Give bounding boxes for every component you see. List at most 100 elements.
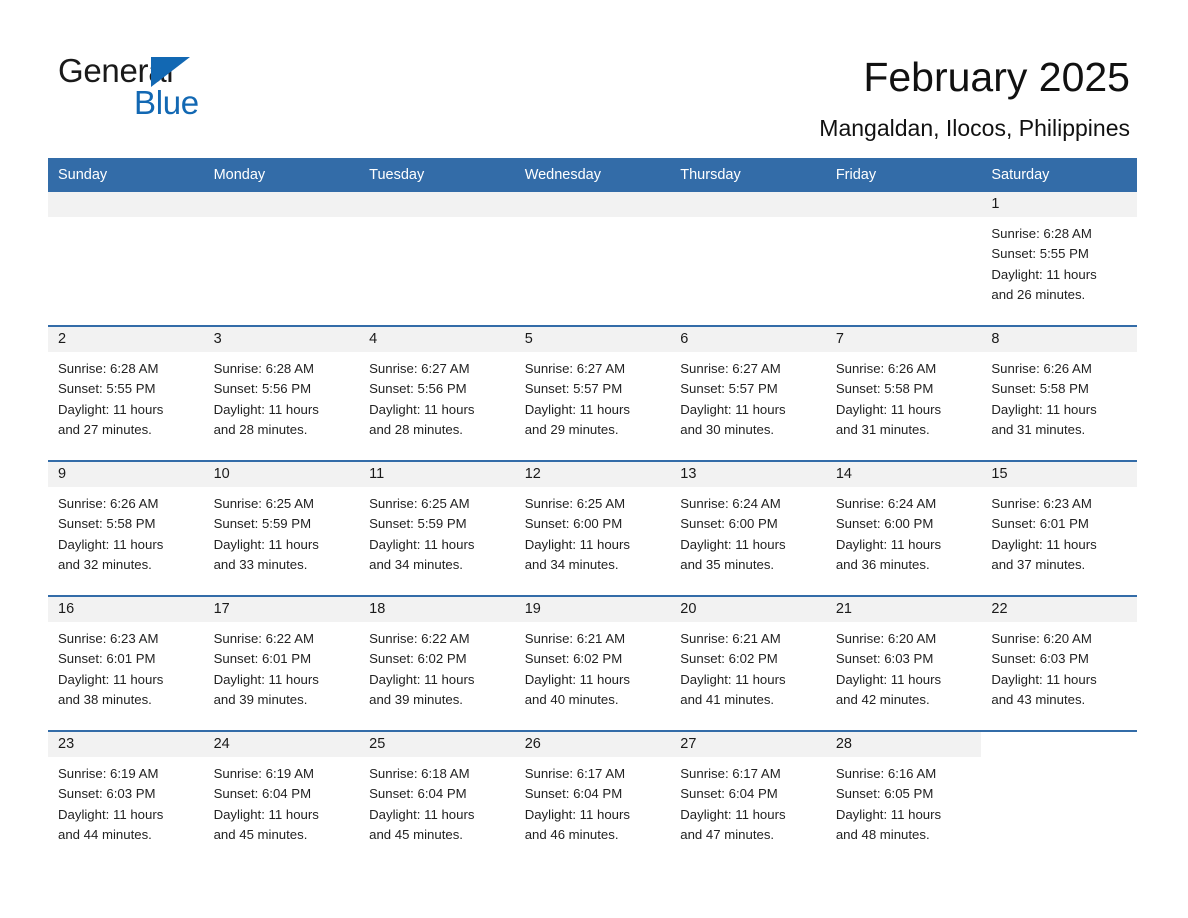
day-number: 7 [825, 327, 982, 352]
calendar-day-cell[interactable]: 23 Sunrise: 6:19 AM Sunset: 6:03 PM Dayl… [48, 730, 204, 865]
daylight-text-line1: Daylight: 11 hours [58, 671, 164, 687]
day-details: Sunrise: 6:24 AM Sunset: 6:00 PM Dayligh… [670, 487, 826, 575]
sunrise-text: Sunrise: 6:17 AM [680, 766, 781, 781]
day-details: Sunrise: 6:20 AM Sunset: 6:03 PM Dayligh… [826, 622, 982, 710]
sunrise-text: Sunrise: 6:26 AM [835, 361, 937, 376]
calendar-day-cell[interactable]: 8 Sunrise: 6:26 AM Sunset: 5:58 PM Dayli… [981, 325, 1137, 461]
daylight-text-line1: Daylight: 11 hours [213, 806, 319, 822]
day-details [826, 217, 982, 224]
calendar-day-cell[interactable]: 5 Sunrise: 6:27 AM Sunset: 5:57 PM Dayli… [514, 325, 671, 461]
sunset-text: Sunset: 6:02 PM [524, 651, 623, 667]
calendar-day-cell[interactable]: 22 Sunrise: 6:20 AM Sunset: 6:03 PM Dayl… [981, 595, 1137, 731]
sunset-text: Sunset: 6:05 PM [835, 786, 934, 802]
calendar-day-cell[interactable]: 3 Sunrise: 6:28 AM Sunset: 5:56 PM Dayli… [203, 325, 360, 461]
calendar-day-cell[interactable]: 6 Sunrise: 6:27 AM Sunset: 5:57 PM Dayli… [670, 325, 826, 461]
day-number: 22 [981, 597, 1137, 622]
sunrise-text: Sunrise: 6:27 AM [369, 361, 470, 376]
calendar-day-cell[interactable]: 14 Sunrise: 6:24 AM Sunset: 6:00 PM Dayl… [825, 460, 982, 596]
day-number [514, 192, 671, 217]
calendar-day-cell[interactable]: 24 Sunrise: 6:19 AM Sunset: 6:04 PM Dayl… [203, 730, 360, 865]
daylight-text-line2: and 32 minutes. [58, 556, 152, 572]
weekday-header-saturday: Saturday [981, 158, 1137, 192]
calendar-day-cell[interactable]: 28 Sunrise: 6:16 AM Sunset: 6:05 PM Dayl… [825, 730, 982, 865]
calendar-day-cell[interactable] [203, 192, 360, 326]
calendar-day-cell[interactable]: 11 Sunrise: 6:25 AM Sunset: 5:59 PM Dayl… [359, 460, 515, 596]
calendar-day-cell[interactable]: 7 Sunrise: 6:26 AM Sunset: 5:58 PM Dayli… [825, 325, 982, 461]
daylight-text-line1: Daylight: 11 hours [369, 536, 475, 552]
day-number: 25 [359, 732, 515, 757]
daylight-text-line2: and 26 minutes. [991, 286, 1086, 302]
calendar-day-cell[interactable] [825, 192, 982, 326]
daylight-text-line1: Daylight: 11 hours [58, 536, 164, 552]
day-number: 11 [359, 462, 515, 487]
daylight-text-line1: Daylight: 11 hours [835, 806, 942, 822]
sunrise-text: Sunrise: 6:21 AM [680, 631, 781, 646]
daylight-text-line1: Daylight: 11 hours [213, 536, 319, 552]
calendar-day-cell[interactable]: 4 Sunrise: 6:27 AM Sunset: 5:56 PM Dayli… [359, 325, 515, 461]
daylight-text-line2: and 33 minutes. [213, 556, 308, 572]
sunrise-text: Sunrise: 6:20 AM [835, 631, 937, 646]
day-number: 20 [670, 597, 826, 622]
day-details: Sunrise: 6:22 AM Sunset: 6:02 PM Dayligh… [359, 622, 515, 710]
day-details: Sunrise: 6:17 AM Sunset: 6:04 PM Dayligh… [515, 757, 671, 845]
calendar-day-cell[interactable]: 10 Sunrise: 6:25 AM Sunset: 5:59 PM Dayl… [203, 460, 360, 596]
calendar-week-row: 1 Sunrise: 6:28 AM Sunset: 5:55 PM Dayli… [48, 192, 1137, 326]
sunrise-text: Sunrise: 6:24 AM [835, 496, 937, 511]
calendar-day-cell[interactable]: 20 Sunrise: 6:21 AM Sunset: 6:02 PM Dayl… [670, 595, 826, 731]
calendar-day-cell[interactable] [359, 192, 515, 326]
daylight-text-line2: and 30 minutes. [680, 421, 775, 437]
daylight-text-line1: Daylight: 11 hours [991, 266, 1097, 282]
day-number: 5 [514, 327, 671, 352]
calendar-week-row: 23 Sunrise: 6:19 AM Sunset: 6:03 PM Dayl… [48, 730, 1137, 865]
daylight-text-line2: and 27 minutes. [58, 421, 152, 437]
calendar-day-cell[interactable]: 27 Sunrise: 6:17 AM Sunset: 6:04 PM Dayl… [670, 730, 826, 865]
sunrise-text: Sunrise: 6:28 AM [991, 226, 1092, 241]
day-number: 21 [825, 597, 982, 622]
day-details: Sunrise: 6:25 AM Sunset: 5:59 PM Dayligh… [204, 487, 360, 575]
brand-logo[interactable]: General Blue [58, 52, 358, 132]
calendar-day-cell[interactable] [48, 192, 204, 326]
calendar-day-cell[interactable] [670, 192, 826, 326]
calendar-day-cell[interactable] [514, 192, 671, 326]
page-title: February 2025 [863, 54, 1130, 100]
calendar-day-cell[interactable]: 13 Sunrise: 6:24 AM Sunset: 6:00 PM Dayl… [670, 460, 826, 596]
sunset-text: Sunset: 6:03 PM [835, 651, 934, 667]
calendar-day-cell[interactable]: 2 Sunrise: 6:28 AM Sunset: 5:55 PM Dayli… [48, 325, 204, 461]
daylight-text-line1: Daylight: 11 hours [835, 671, 942, 687]
sunrise-text: Sunrise: 6:24 AM [680, 496, 781, 511]
calendar-day-cell[interactable]: 9 Sunrise: 6:26 AM Sunset: 5:58 PM Dayli… [48, 460, 204, 596]
daylight-text-line2: and 42 minutes. [835, 691, 930, 707]
daylight-text-line2: and 46 minutes. [524, 826, 619, 842]
daylight-text-line2: and 48 minutes. [835, 826, 930, 842]
calendar-day-cell[interactable]: 1 Sunrise: 6:28 AM Sunset: 5:55 PM Dayli… [981, 192, 1137, 326]
sunrise-text: Sunrise: 6:21 AM [524, 631, 626, 646]
calendar-day-cell[interactable]: 25 Sunrise: 6:18 AM Sunset: 6:04 PM Dayl… [359, 730, 515, 865]
calendar-day-cell[interactable]: 17 Sunrise: 6:22 AM Sunset: 6:01 PM Dayl… [203, 595, 360, 731]
calendar-day-cell[interactable]: 12 Sunrise: 6:25 AM Sunset: 6:00 PM Dayl… [514, 460, 671, 596]
daylight-text-line2: and 34 minutes. [524, 556, 619, 572]
weekday-header-thursday: Thursday [670, 158, 826, 192]
daylight-text-line1: Daylight: 11 hours [524, 401, 630, 417]
sunset-text: Sunset: 6:02 PM [680, 651, 778, 667]
calendar-day-cell[interactable]: 16 Sunrise: 6:23 AM Sunset: 6:01 PM Dayl… [48, 595, 204, 731]
sunset-text: Sunset: 6:03 PM [58, 786, 156, 802]
sunset-text: Sunset: 6:00 PM [524, 516, 623, 532]
calendar-day-cell[interactable]: 21 Sunrise: 6:20 AM Sunset: 6:03 PM Dayl… [825, 595, 982, 731]
sunset-text: Sunset: 6:01 PM [213, 651, 312, 667]
calendar-day-cell[interactable] [981, 730, 1137, 865]
day-number [981, 732, 1137, 757]
calendar-day-cell[interactable]: 19 Sunrise: 6:21 AM Sunset: 6:02 PM Dayl… [514, 595, 671, 731]
day-details: Sunrise: 6:28 AM Sunset: 5:55 PM Dayligh… [48, 352, 204, 440]
calendar-day-cell[interactable]: 26 Sunrise: 6:17 AM Sunset: 6:04 PM Dayl… [514, 730, 671, 865]
day-details: Sunrise: 6:23 AM Sunset: 6:01 PM Dayligh… [48, 622, 204, 710]
sunrise-text: Sunrise: 6:18 AM [369, 766, 470, 781]
daylight-text-line1: Daylight: 11 hours [991, 671, 1097, 687]
calendar-day-cell[interactable]: 18 Sunrise: 6:22 AM Sunset: 6:02 PM Dayl… [359, 595, 515, 731]
day-details: Sunrise: 6:23 AM Sunset: 6:01 PM Dayligh… [981, 487, 1137, 575]
weekday-header-tuesday: Tuesday [359, 158, 515, 192]
brand-triangle-icon [151, 57, 190, 87]
calendar-day-cell[interactable]: 15 Sunrise: 6:23 AM Sunset: 6:01 PM Dayl… [981, 460, 1137, 596]
day-number: 6 [670, 327, 826, 352]
calendar-week-row: 9 Sunrise: 6:26 AM Sunset: 5:58 PM Dayli… [48, 460, 1137, 596]
sunrise-text: Sunrise: 6:25 AM [213, 496, 314, 511]
